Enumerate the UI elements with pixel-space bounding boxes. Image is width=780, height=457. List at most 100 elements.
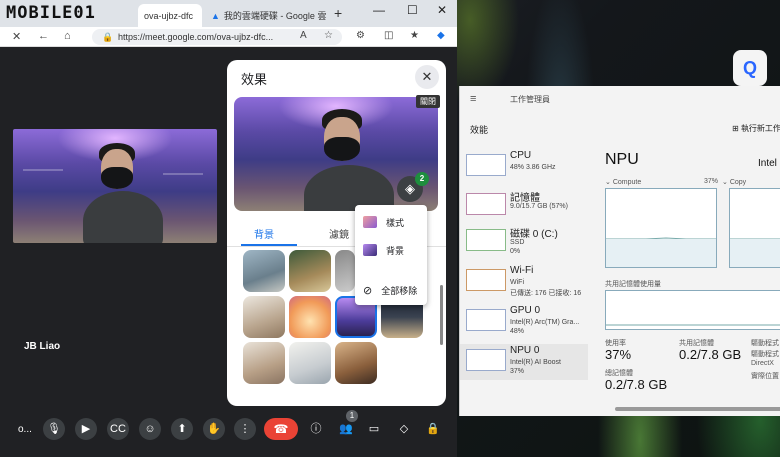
background-thumb[interactable] — [243, 296, 285, 338]
compute-label-text: Compute — [612, 179, 642, 186]
camera-icon[interactable]: ▶ — [75, 418, 97, 440]
shared-value: 0.2/7.8 GB — [679, 347, 742, 362]
perf-item-sub: SSD — [510, 239, 525, 246]
right-label: DirectX — [751, 360, 774, 367]
tab-bar: MOBILE01 ova-ujbz-dfc ▲ 我的雲端硬碟 - Google … — [0, 0, 457, 27]
shared-memory-graph — [605, 290, 780, 330]
menu-item-style[interactable]: 樣式 — [355, 209, 427, 235]
sparkline — [466, 309, 506, 331]
menu-label: 背景 — [386, 245, 405, 256]
chat-icon[interactable]: ▭ — [363, 418, 385, 440]
preview-off-label[interactable]: 關閉 — [416, 95, 440, 108]
person-body — [83, 191, 163, 243]
close-icon[interactable]: ✕ — [12, 30, 21, 43]
perf-item-disk[interactable]: 磁碟 0 (C:) SSD 0% — [460, 221, 590, 261]
read-aloud-icon[interactable]: A — [300, 30, 307, 41]
compute-percent: 37% — [704, 178, 719, 185]
perf-item-sub2: 0% — [510, 248, 521, 255]
background-thumb[interactable] — [243, 342, 285, 384]
compute-graph-line — [606, 237, 716, 267]
minimize-button[interactable]: — — [373, 3, 385, 17]
split-icon[interactable]: ◫ — [384, 30, 393, 41]
right-label: 驅動程式 — [751, 340, 779, 347]
background-thumb[interactable] — [289, 342, 331, 384]
copy-label[interactable]: ⌄ Copy — [722, 178, 746, 186]
participant-name: JB Liao — [24, 341, 61, 352]
perf-item-sub: WiFi — [510, 279, 524, 286]
person-mask — [324, 137, 360, 161]
home-icon[interactable]: ⌂ — [64, 30, 71, 42]
tab-meet[interactable]: ova-ujbz-dfc — [138, 4, 202, 27]
perf-item-name: NPU 0 — [510, 345, 540, 356]
tab-label: 我的雲端硬碟 - Google 雲 — [223, 11, 327, 21]
shared-memory-line — [606, 324, 780, 326]
remove-icon: ⊘ — [363, 284, 373, 297]
tab-drive[interactable]: ▲ 我的雲端硬碟 - Google 雲 ✕ — [205, 4, 329, 27]
host-controls-icon[interactable]: 🔒 — [422, 418, 444, 440]
sparkline — [466, 269, 506, 291]
person-mask — [101, 167, 133, 189]
mic-icon[interactable]: 🎙 — [43, 418, 65, 440]
perf-item-cpu[interactable]: CPU 48% 3.86 GHz — [460, 146, 590, 186]
perf-item-name: 記憶體 — [510, 193, 540, 204]
compute-graph — [605, 188, 717, 268]
background-thumb[interactable] — [243, 250, 285, 292]
perf-item-gpu[interactable]: GPU 0 Intel(R) Arc(TM) Gra... 48% — [460, 301, 590, 341]
star-icon[interactable]: ☆ — [324, 30, 333, 41]
close-effects-button[interactable]: ✕ — [415, 65, 439, 89]
npu-device-name: Intel — [758, 158, 777, 169]
maximize-button[interactable]: ☐ — [407, 3, 418, 17]
perf-item-name: GPU 0 — [510, 305, 541, 316]
back-icon[interactable]: ← — [38, 30, 49, 42]
horizontal-scrollbar[interactable] — [615, 407, 780, 411]
more-options-icon[interactable]: ⋮ — [234, 418, 256, 440]
meet-controls: 🎙 ▶ CC ☺ ⬆ ✋ ⋮ ☎ ⓘ 👥 ▭ ◇ 🔒 — [0, 414, 457, 450]
shared-memory-label: 共用記憶體使用量 — [605, 281, 661, 288]
background-thumb[interactable] — [335, 342, 377, 384]
background-thumb[interactable] — [289, 250, 331, 292]
captions-icon[interactable]: CC — [107, 418, 129, 440]
effects-scrollbar[interactable] — [440, 285, 443, 345]
style-icon — [363, 216, 377, 228]
perf-item-name: 磁碟 0 (C:) — [510, 229, 558, 240]
perf-item-memory[interactable]: 記憶體 9.0/15.7 GB (57%) — [460, 185, 590, 225]
favorites-icon[interactable]: ★ — [410, 30, 419, 41]
new-task-button[interactable]: ⊞ 執行新工作 — [732, 123, 780, 134]
extensions-icon[interactable]: ⚙ — [356, 30, 365, 41]
watermark: MOBILE01 — [6, 3, 96, 23]
perf-item-wifi[interactable]: Wi-Fi WiFi 已傳送: 176 已接收: 16 — [460, 261, 590, 301]
style-count-badge: 2 — [415, 172, 429, 186]
raise-hand-icon[interactable]: ✋ — [203, 418, 225, 440]
emoji-icon[interactable]: ☺ — [139, 418, 161, 440]
copilot-app-icon[interactable]: Q — [733, 50, 767, 86]
sparkline — [466, 229, 506, 251]
lock-icon: 🔒 — [102, 32, 114, 42]
present-icon[interactable]: ⬆ — [171, 418, 193, 440]
right-label: 實際位置 — [751, 373, 779, 380]
effects-title: 效果 — [241, 72, 268, 87]
section-title: 效能 — [470, 125, 489, 135]
copilot-icon[interactable]: ◆ — [437, 30, 445, 41]
new-tab-button[interactable]: + — [334, 5, 342, 21]
background-thumb[interactable] — [335, 250, 355, 292]
shelf — [23, 169, 63, 171]
info-icon[interactable]: ⓘ — [305, 418, 327, 440]
hamburger-menu-icon[interactable]: ≡ — [470, 93, 476, 105]
tab-backgrounds[interactable]: 背景 — [254, 226, 274, 241]
tab-filters[interactable]: 濾鏡 — [329, 226, 349, 241]
url-text: https://meet.google.com/ova-ujbz-dfc... — [118, 32, 274, 42]
hangup-button[interactable]: ☎ — [264, 418, 298, 440]
perf-item-sub: 48% 3.86 GHz — [510, 164, 556, 171]
menu-item-remove-all[interactable]: ⊘ 全部移除 — [355, 277, 427, 303]
activities-icon[interactable]: ◇ — [393, 418, 415, 440]
npu-title: NPU — [605, 151, 639, 168]
perf-item-sub: Intel(R) Arc(TM) Gra... — [510, 319, 580, 326]
background-thumb[interactable] — [289, 296, 331, 338]
perf-item-npu[interactable]: NPU 0 Intel(R) AI Boost 37% — [460, 341, 590, 381]
window-title: 工作管理員 — [510, 95, 550, 104]
menu-item-background[interactable]: 背景 — [355, 237, 427, 263]
new-task-label: 執行新工作 — [740, 124, 780, 133]
right-label: 驅動程式 — [751, 351, 779, 358]
compute-label[interactable]: ⌄ Compute — [605, 178, 641, 186]
close-window-button[interactable]: ✕ — [437, 3, 447, 17]
